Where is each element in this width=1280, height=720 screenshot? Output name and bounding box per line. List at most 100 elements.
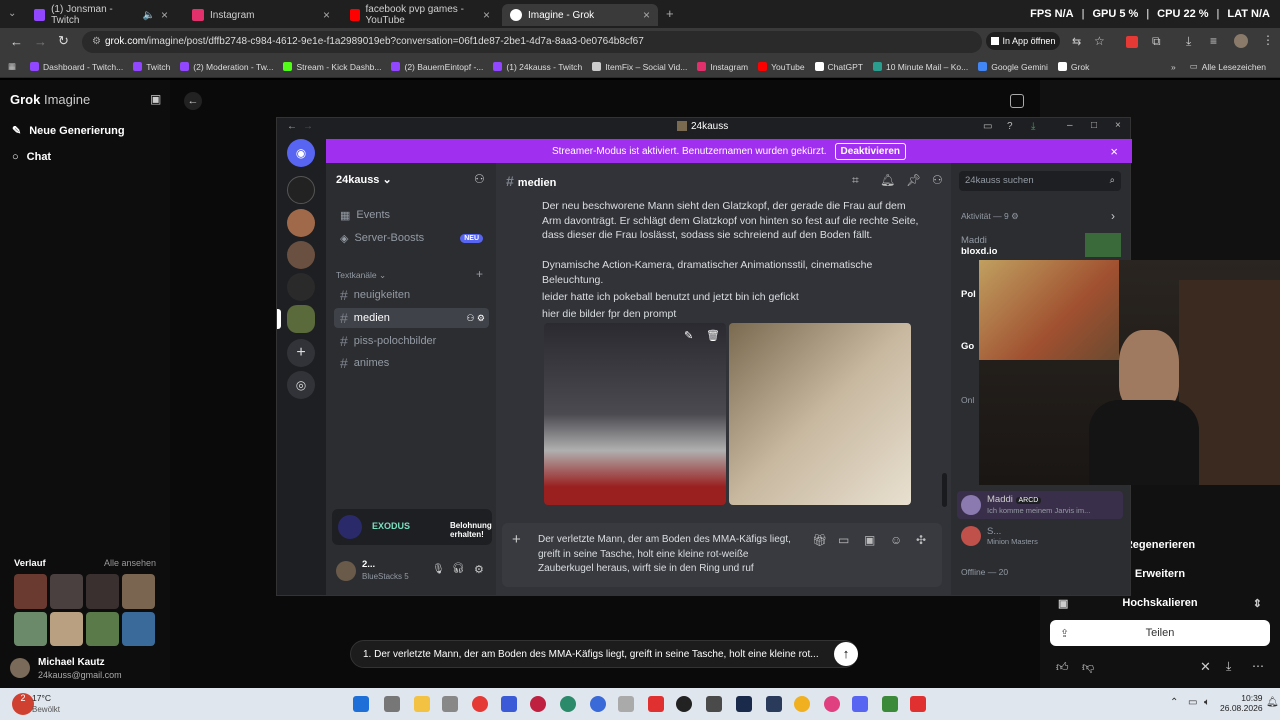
menu-dots-icon[interactable]: ⋮: [1262, 33, 1274, 47]
threads-icon[interactable]: ⌗: [852, 173, 859, 188]
server-icon-24kauss[interactable]: [287, 305, 315, 333]
tab-instagram[interactable]: Instagram ×: [184, 4, 338, 26]
pin-icon[interactable]: 📌︎: [906, 173, 921, 187]
message-composer[interactable]: + Der verletzte Mann, der am Boden des M…: [502, 523, 942, 587]
close-icon[interactable]: ×: [643, 8, 650, 22]
bookmark-item[interactable]: 10 Minute Mail – Ko...: [872, 62, 968, 72]
member-item[interactable]: Go: [961, 341, 974, 352]
history-thumbnail[interactable]: [14, 574, 47, 609]
extensions-puzzle-icon[interactable]: ⧉: [1152, 34, 1161, 49]
channel-neuigkeiten[interactable]: # neuigkeiten: [334, 285, 489, 305]
url-input[interactable]: ⚙ grok.com/imagine/post/dffb2748-c984-461…: [82, 31, 982, 53]
bookmark-item[interactable]: (1) 24kauss - Twitch: [493, 62, 582, 72]
back-arrow-icon[interactable]: ←: [184, 92, 202, 110]
prompt-input[interactable]: 1. Der verletzte Mann, der am Boden des …: [350, 640, 858, 668]
tab-search-chevron-icon[interactable]: ⌄: [8, 8, 16, 19]
taskbar-app-icon[interactable]: [590, 696, 606, 712]
forward-arrow-icon[interactable]: →: [303, 121, 313, 132]
download-icon[interactable]: ⤓: [1186, 34, 1191, 49]
bookmark-item[interactable]: Dashboard - Twitch...: [30, 62, 123, 72]
attachment-image-man[interactable]: [729, 323, 911, 505]
channel-piss-polochbilder[interactable]: # piss-polochbilder: [334, 331, 489, 351]
self-avatar[interactable]: [336, 561, 356, 581]
close-icon[interactable]: ×: [323, 8, 330, 22]
new-generation-button[interactable]: ✎ Neue Generierung: [12, 124, 125, 138]
bookmark-item[interactable]: Instagram: [697, 62, 748, 72]
discover-compass-icon[interactable]: ◎: [287, 371, 315, 399]
bookmark-item[interactable]: Grok: [1057, 62, 1089, 72]
edit-pencil-icon[interactable]: ✎: [684, 329, 693, 342]
taskbar-app-icon[interactable]: [472, 696, 488, 712]
taskbar-app-icon[interactable]: [648, 696, 664, 712]
bookmark-item[interactable]: Google Gemini: [978, 62, 1048, 72]
deactivate-button[interactable]: Deaktivieren: [834, 142, 907, 160]
inbox-icon[interactable]: ▭: [983, 121, 992, 132]
bookmark-item[interactable]: (2) BauernEintopf -...: [391, 62, 483, 72]
apps-icon[interactable]: ✣: [916, 533, 926, 547]
taskbar-app-icon[interactable]: [910, 696, 926, 712]
weather-icon[interactable]: 2: [12, 693, 34, 715]
grok-logo[interactable]: Grok Imagine: [10, 92, 90, 107]
chrome-icon[interactable]: [794, 696, 810, 712]
tab-grok[interactable]: Imagine - Grok ×: [502, 4, 658, 26]
add-server-icon[interactable]: +: [287, 339, 315, 367]
taskbar-app-icon[interactable]: [824, 696, 840, 712]
invite-people-icon[interactable]: ⚇: [474, 172, 485, 186]
tab-twitch[interactable]: (1) Jonsman - Twitch 🔈 ×: [26, 4, 176, 26]
thumbs-up-icon[interactable]: 👍︎: [1056, 660, 1069, 675]
update-download-icon[interactable]: ⤓: [1031, 121, 1035, 132]
show-all-link[interactable]: Alle ansehen: [104, 558, 156, 568]
maximize-icon[interactable]: □: [1091, 120, 1097, 131]
file-explorer-icon[interactable]: [414, 696, 430, 712]
settings-gear-icon[interactable]: ⚙: [474, 563, 484, 576]
taskbar-app-icon[interactable]: [530, 696, 546, 712]
close-icon[interactable]: ×: [1115, 120, 1121, 131]
taskbar-app-icon[interactable]: [676, 696, 692, 712]
headphones-icon[interactable]: 🎧︎: [452, 563, 465, 574]
history-thumbnail[interactable]: [50, 574, 83, 609]
channel-medien[interactable]: # medien ⚇ ⚙: [334, 308, 489, 328]
extension-adblock-icon[interactable]: [1126, 36, 1138, 48]
close-icon[interactable]: ×: [1110, 144, 1118, 159]
taskbar-app-icon[interactable]: [618, 696, 634, 712]
member-item[interactable]: Maddi bloxd.io: [961, 235, 997, 257]
back-arrow-icon[interactable]: ←: [10, 34, 23, 49]
bookmark-item[interactable]: (2) Moderation - Tw...: [180, 62, 273, 72]
download-icon[interactable]: ⤓: [1226, 659, 1231, 674]
bookmark-star-icon[interactable]: ☆: [1094, 34, 1105, 48]
server-icon[interactable]: [287, 209, 315, 237]
add-channel-icon[interactable]: +: [476, 267, 483, 281]
thumbs-down-icon[interactable]: 👎︎: [1082, 660, 1094, 675]
events-item[interactable]: ▦ Events: [334, 205, 489, 225]
taskbar-app-icon[interactable]: [442, 696, 458, 712]
server-icon[interactable]: [287, 176, 315, 204]
apps-grid-icon[interactable]: ▦: [8, 61, 16, 72]
history-thumbnail[interactable]: [86, 611, 119, 646]
bookmark-item[interactable]: Stream - Kick Dashb...: [283, 62, 381, 72]
server-search-input[interactable]: 24kauss suchen ⌕: [959, 171, 1121, 191]
open-in-app-button[interactable]: In App öffnen: [986, 32, 1060, 50]
volume-icon[interactable]: 🔈︎: [1204, 697, 1210, 708]
notification-bell-icon[interactable]: 🔔︎: [1266, 697, 1279, 708]
start-windows-icon[interactable]: [353, 696, 369, 712]
media-control-icon[interactable]: ≡: [1210, 34, 1217, 48]
help-icon[interactable]: ?: [1007, 121, 1013, 132]
bookmark-item[interactable]: ItemFix – Social Vid...: [592, 62, 687, 72]
site-info-icon[interactable]: ⚙: [92, 36, 101, 47]
trash-icon[interactable]: 🗑︎: [706, 329, 720, 342]
tab-youtube[interactable]: facebook pvp games - YouTube ×: [342, 4, 498, 26]
new-tab-plus-icon[interactable]: +: [666, 6, 674, 21]
more-bookmarks-icon[interactable]: »: [1171, 62, 1176, 72]
history-thumbnail[interactable]: [14, 611, 47, 646]
clock[interactable]: 10:39 26.08.2026: [1220, 693, 1263, 713]
invite-settings-icons[interactable]: ⚇ ⚙: [466, 313, 485, 324]
history-thumbnail[interactable]: [50, 611, 83, 646]
chat-scrollbar[interactable]: [942, 473, 947, 507]
server-icon[interactable]: [287, 273, 315, 301]
claim-reward-button[interactable]: Belohnung erhalten!: [450, 521, 492, 539]
user-avatar[interactable]: [10, 658, 30, 678]
discord-home-icon[interactable]: ◉: [287, 139, 315, 167]
more-dots-icon[interactable]: ⋯: [1252, 659, 1264, 673]
bookmark-item[interactable]: YouTube: [758, 62, 805, 72]
taskbar-app-icon[interactable]: [766, 696, 782, 712]
